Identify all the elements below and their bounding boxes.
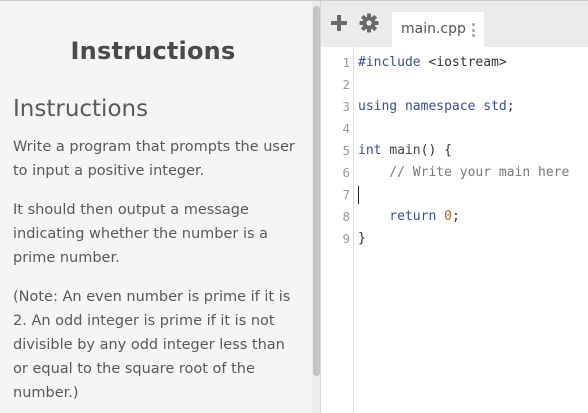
code-token: int xyxy=(358,143,382,158)
code-comment: // Write your main here xyxy=(358,165,570,180)
code-line-9[interactable]: } xyxy=(358,228,586,250)
line-number: 2 xyxy=(342,77,350,92)
code-line-1[interactable]: #include <iostream> xyxy=(358,52,586,74)
tab-menu-icon[interactable] xyxy=(471,23,475,37)
gutter-divider xyxy=(353,47,354,413)
code-line-6[interactable]: // Write your main here xyxy=(358,162,586,184)
line-number: 5 xyxy=(342,143,350,158)
panel-title: Instructions xyxy=(70,37,236,65)
instruction-paragraph-1: Write a program that prompts the user to… xyxy=(13,139,295,179)
code-token: () { xyxy=(420,143,452,158)
code-token: #include xyxy=(358,55,421,70)
plus-icon[interactable] xyxy=(328,12,350,34)
line-number: 7 xyxy=(342,187,350,202)
code-token: std xyxy=(483,99,507,114)
code-token: ; xyxy=(506,99,515,114)
code-token: ; xyxy=(451,209,460,224)
instruction-paragraph-3: (Note: An even number is prime if it is … xyxy=(13,289,291,401)
gear-icon[interactable] xyxy=(358,12,380,34)
line-number: 1 xyxy=(342,55,350,70)
code-token: using xyxy=(358,99,398,114)
instruction-paragraph-2: It should then output a message indicati… xyxy=(13,202,269,266)
line-number: 9 xyxy=(342,231,350,246)
code-number: 0 xyxy=(444,209,452,224)
instructions-heading: Instructions xyxy=(13,96,149,122)
code-token: <iostream> xyxy=(420,55,507,70)
instructions-panel: Instructions Instructions Write a progra… xyxy=(0,1,312,413)
tab-label: main.cpp xyxy=(401,21,466,37)
line-number: 4 xyxy=(342,121,350,136)
text-cursor xyxy=(358,186,359,204)
code-line-8[interactable]: return 0; xyxy=(358,206,586,228)
code-token: return xyxy=(358,209,437,224)
code-line-3[interactable]: using namespace std; xyxy=(358,96,586,118)
instructions-scrollbar-thumb[interactable] xyxy=(313,6,320,376)
tab-main-cpp[interactable]: main.cpp xyxy=(392,12,484,47)
code-line-5[interactable]: int main() { xyxy=(358,140,586,162)
code-token: main xyxy=(389,143,421,158)
code-token: namespace xyxy=(404,99,476,114)
line-number: 3 xyxy=(342,99,350,114)
line-number: 6 xyxy=(342,165,350,180)
line-number: 8 xyxy=(342,209,350,224)
